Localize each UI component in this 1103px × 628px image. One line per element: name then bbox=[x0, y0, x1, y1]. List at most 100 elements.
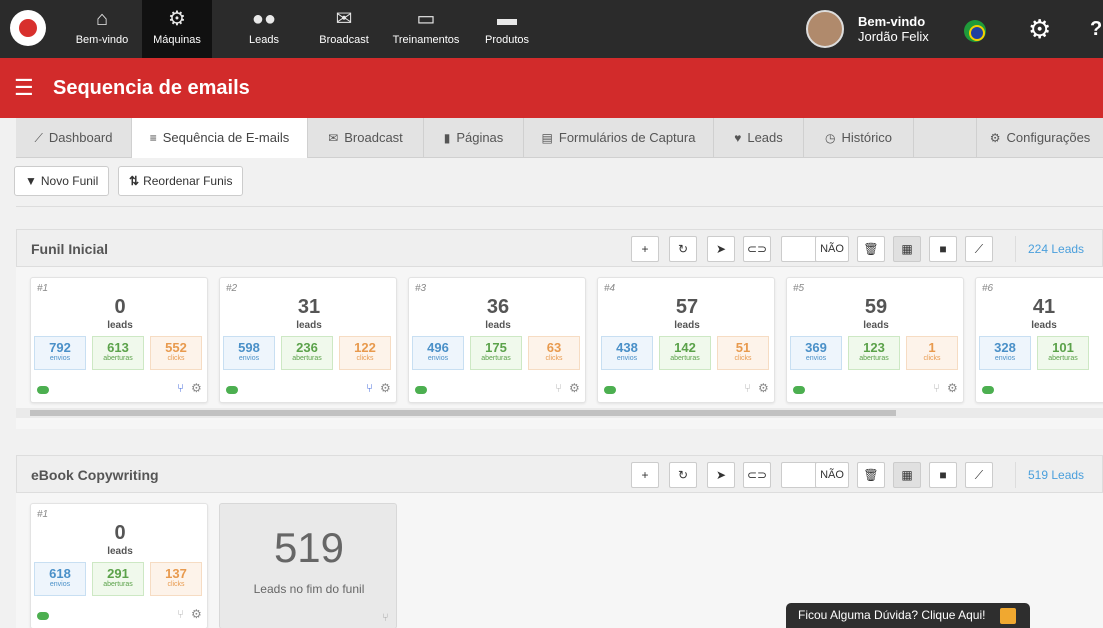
chart-view-icon[interactable]: ⟋ bbox=[965, 462, 993, 488]
email-step-card[interactable]: #4 57 leads 438 envios 142 aberturas 51 cli… bbox=[597, 277, 775, 403]
gear-icon[interactable]: ⚙ bbox=[1028, 16, 1051, 42]
active-toggle[interactable] bbox=[415, 386, 427, 394]
page-header: ☰ Sequencia de emails bbox=[0, 58, 1103, 118]
aberturas-label: aberturas bbox=[481, 355, 511, 362]
toggle-icon[interactable]: ⊂⊃ bbox=[743, 462, 771, 488]
trash-icon[interactable]: 🗑 bbox=[857, 236, 885, 262]
app-logo[interactable] bbox=[10, 10, 46, 46]
envios-stat: 496 envios bbox=[412, 336, 464, 370]
tab-historico[interactable]: ◷ Histórico bbox=[804, 118, 914, 158]
user-menu[interactable]: Bem-vindo Jordão Felix bbox=[806, 8, 946, 50]
active-toggle[interactable] bbox=[37, 386, 49, 394]
split-test-icon[interactable]: ⑂ bbox=[366, 381, 373, 395]
nav-produtos[interactable]: ▬ Produtos bbox=[476, 0, 538, 58]
add-email-button[interactable]: + bbox=[631, 236, 659, 262]
split-test-icon[interactable]: ⑂ bbox=[177, 607, 184, 621]
email-step-card[interactable]: #3 36 leads 496 envios 175 aberturas 63 cli… bbox=[408, 277, 586, 403]
tab-sequencia[interactable]: ≡ Sequência de E-mails bbox=[132, 118, 308, 158]
send-icon[interactable]: ➤ bbox=[707, 236, 735, 262]
tab-formularios[interactable]: ▤ Formulários de Captura bbox=[524, 118, 714, 158]
nav-treinamentos[interactable]: ▭ Treinamentos bbox=[386, 0, 466, 58]
nav-label: Broadcast bbox=[319, 34, 369, 46]
email-step-card[interactable]: #5 59 leads 369 envios 123 aberturas 1 clic… bbox=[786, 277, 964, 403]
chart-view-icon[interactable]: ⟋ bbox=[965, 236, 993, 262]
active-toggle[interactable] bbox=[226, 386, 238, 394]
envios-label: envios bbox=[427, 355, 449, 362]
horizontal-scrollbar[interactable] bbox=[16, 408, 1103, 418]
gear-icon[interactable]: ⚙ bbox=[947, 381, 958, 395]
gear-icon[interactable]: ⚙ bbox=[191, 381, 202, 395]
tab-leads[interactable]: ♥ Leads bbox=[714, 118, 804, 158]
email-step-card[interactable]: #2 31 leads 598 envios 236 aberturas 122 cl… bbox=[219, 277, 397, 403]
tab-dashboard[interactable]: ⟋ Dashboard bbox=[16, 118, 132, 158]
split-test-icon[interactable]: ⑂ bbox=[744, 381, 751, 395]
envios-value: 496 bbox=[427, 340, 449, 355]
reorder-label: Reordenar Funis bbox=[143, 174, 233, 188]
step-number: #4 bbox=[604, 283, 616, 294]
gear-icon[interactable]: ⚙ bbox=[380, 381, 391, 395]
gear-icon[interactable]: ⚙ bbox=[758, 381, 769, 395]
tab-paginas[interactable]: ▮ Páginas bbox=[424, 118, 524, 158]
clicks-stat: 552 clicks bbox=[150, 336, 202, 370]
nao-toggle[interactable]: NÃO bbox=[815, 236, 849, 262]
refresh-icon[interactable]: ↻ bbox=[669, 462, 697, 488]
gear-icon[interactable]: ⚙ bbox=[191, 607, 202, 621]
nav-leads[interactable]: ●● Leads bbox=[226, 0, 302, 58]
step-number: #5 bbox=[793, 283, 805, 294]
chevron-up-icon[interactable] bbox=[1000, 608, 1016, 624]
email-step-card[interactable]: #6 41 leads 328 envios 101 aberturas bbox=[975, 277, 1103, 403]
active-toggle[interactable] bbox=[982, 386, 994, 394]
nav-maquinas[interactable]: ⚙ Máquinas bbox=[142, 0, 212, 58]
split-test-icon[interactable]: ⑂ bbox=[177, 381, 184, 395]
welcome-text: Bem-vindo Jordão Felix bbox=[858, 14, 929, 44]
file-icon: ▮ bbox=[443, 131, 451, 145]
hamburger-icon[interactable]: ☰ bbox=[14, 77, 34, 99]
help-icon[interactable]: ? bbox=[1090, 18, 1102, 41]
grid-view-icon[interactable]: ▦ bbox=[893, 236, 921, 262]
nav-broadcast[interactable]: ✉ Broadcast bbox=[312, 0, 376, 58]
envios-label: envios bbox=[616, 355, 638, 362]
email-step-card[interactable]: #1 0 leads 792 envios 613 aberturas 552 cli… bbox=[30, 277, 208, 403]
refresh-icon[interactable]: ↻ bbox=[669, 236, 697, 262]
clicks-value: 1 bbox=[928, 340, 936, 355]
funnel-leads-link[interactable]: 224 Leads bbox=[1015, 236, 1103, 262]
funnel-leads-link[interactable]: 519 Leads bbox=[1015, 462, 1103, 488]
active-toggle[interactable] bbox=[37, 612, 49, 620]
funnel-panel: Funil Inicial + ↻ ➤ ⊂⊃ NÃO 🗑 ▦ ■ ⟋ 224 L… bbox=[16, 229, 1103, 429]
top-navbar: ⌂ Bem-vindo ⚙ Máquinas ●● Leads ✉ Broadc… bbox=[0, 0, 1103, 58]
tab-configuracoes[interactable]: ⚙ Configurações bbox=[976, 118, 1103, 158]
envios-stat: 618 envios bbox=[34, 562, 86, 596]
nav-label: Leads bbox=[249, 34, 279, 46]
split-test-icon[interactable]: ⑂ bbox=[933, 381, 940, 395]
nao-toggle[interactable]: NÃO bbox=[815, 462, 849, 488]
trash-icon[interactable]: 🗑 bbox=[857, 462, 885, 488]
blocks-view-icon[interactable]: ■ bbox=[929, 462, 957, 488]
aberturas-label: aberturas bbox=[1048, 355, 1078, 362]
nav-bem-vindo[interactable]: ⌂ Bem-vindo bbox=[62, 0, 142, 58]
email-step-card[interactable]: #1 0 leads 618 envios 291 aberturas 137 cli… bbox=[30, 503, 208, 628]
gear-icon[interactable]: ⚙ bbox=[569, 381, 580, 395]
tab-label: Páginas bbox=[456, 130, 504, 145]
tab-broadcast[interactable]: ✉ Broadcast bbox=[308, 118, 424, 158]
add-email-button[interactable]: + bbox=[631, 462, 659, 488]
brazil-flag-icon[interactable] bbox=[964, 20, 986, 42]
tab-bar: ⟋ Dashboard ≡ Sequência de E-mails ✉ Broadc… bbox=[16, 118, 1103, 158]
new-funnel-button[interactable]: ▼ Novo Funil bbox=[14, 166, 110, 196]
cogs-icon: ⚙ bbox=[989, 131, 1001, 145]
help-chat-widget[interactable]: Ficou Alguma Dúvida? Clique Aqui! bbox=[786, 603, 1030, 628]
blocks-view-icon[interactable]: ■ bbox=[929, 236, 957, 262]
active-toggle[interactable] bbox=[604, 386, 616, 394]
reorder-funnels-button[interactable]: ⇅ Reordenar Funis bbox=[118, 166, 244, 196]
home-icon: ⌂ bbox=[95, 8, 109, 30]
toggle-icon[interactable]: ⊂⊃ bbox=[743, 236, 771, 262]
scrollbar-thumb[interactable] bbox=[30, 410, 896, 416]
tab-label: Histórico bbox=[841, 130, 893, 145]
send-icon[interactable]: ➤ bbox=[707, 462, 735, 488]
split-test-icon[interactable]: ⑂ bbox=[555, 381, 562, 395]
envios-value: 369 bbox=[805, 340, 827, 355]
step-leads: 36 bbox=[486, 296, 510, 318]
clicks-value: 552 bbox=[165, 340, 187, 355]
active-toggle[interactable] bbox=[793, 386, 805, 394]
grid-view-icon[interactable]: ▦ bbox=[893, 462, 921, 488]
split-test-icon[interactable]: ⑂ bbox=[382, 612, 389, 624]
